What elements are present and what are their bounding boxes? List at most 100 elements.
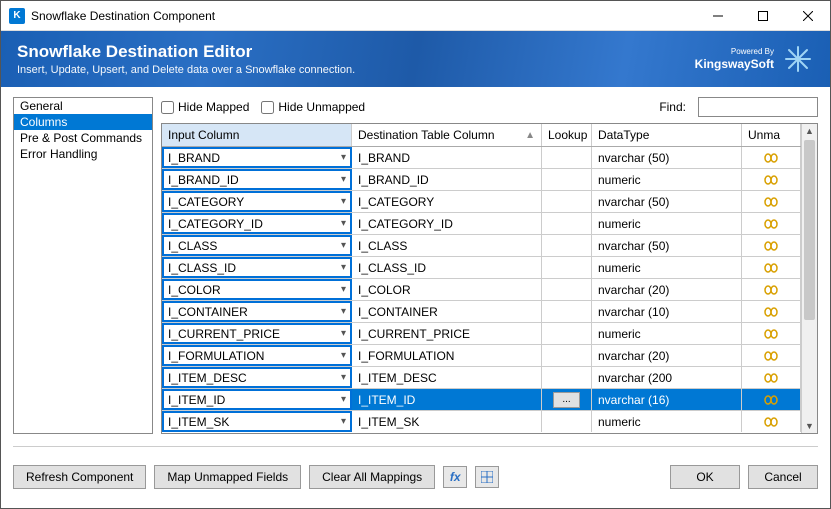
maximize-button[interactable] xyxy=(740,1,785,30)
dest-column-cell[interactable]: I_ITEM_DESC xyxy=(352,367,542,388)
chevron-down-icon[interactable]: ▾ xyxy=(341,196,346,207)
hide-mapped-checkbox[interactable]: Hide Mapped xyxy=(161,100,249,114)
dest-column-cell[interactable]: I_FORMULATION xyxy=(352,345,542,366)
scroll-thumb[interactable] xyxy=(804,140,815,320)
chevron-down-icon[interactable]: ▾ xyxy=(341,372,346,383)
chevron-down-icon[interactable]: ▾ xyxy=(341,416,346,427)
unmap-cell[interactable] xyxy=(742,257,801,278)
table-row[interactable]: I_CLASS_ID▾I_CLASS_IDnumeric xyxy=(162,257,801,279)
input-column-cell[interactable]: I_FORMULATION▾ xyxy=(162,345,352,366)
table-row[interactable]: I_CONTAINER▾I_CONTAINERnvarchar (10) xyxy=(162,301,801,323)
input-column-cell[interactable]: I_ITEM_DESC▾ xyxy=(162,367,352,388)
table-row[interactable]: I_BRAND▾I_BRANDnvarchar (50) xyxy=(162,147,801,169)
table-row[interactable]: I_CURRENT_PRICE▾I_CURRENT_PRICE numeric xyxy=(162,323,801,345)
unmap-cell[interactable] xyxy=(742,169,801,190)
input-column-cell[interactable]: I_CLASS_ID▾ xyxy=(162,257,352,278)
input-column-cell[interactable]: I_ITEM_ID▾ xyxy=(162,389,352,410)
chevron-down-icon[interactable]: ▾ xyxy=(341,350,346,361)
chevron-down-icon[interactable]: ▾ xyxy=(341,152,346,163)
dest-column-cell[interactable]: I_CONTAINER xyxy=(352,301,542,322)
banner: Snowflake Destination Editor Insert, Upd… xyxy=(1,31,830,87)
hide-unmapped-checkbox[interactable]: Hide Unmapped xyxy=(261,100,365,114)
input-column-cell[interactable]: I_BRAND▾ xyxy=(162,147,352,168)
vertical-scrollbar[interactable]: ▲ ▼ xyxy=(801,124,817,433)
minimize-button[interactable] xyxy=(695,1,740,30)
table-row[interactable]: I_ITEM_ID▾I_ITEM_ID...nvarchar (16) xyxy=(162,389,801,411)
unmap-cell[interactable] xyxy=(742,345,801,366)
hide-unmapped-input[interactable] xyxy=(261,101,274,114)
unmap-cell[interactable] xyxy=(742,389,801,410)
datatype-cell: numeric xyxy=(592,323,742,344)
sidebar-item-general[interactable]: General xyxy=(14,98,152,114)
close-button[interactable] xyxy=(785,1,830,30)
unmap-cell[interactable] xyxy=(742,191,801,212)
table-row[interactable]: I_CATEGORY_ID▾I_CATEGORY_IDnumeric xyxy=(162,213,801,235)
refresh-component-button[interactable]: Refresh Component xyxy=(13,465,146,489)
input-column-cell[interactable]: I_CURRENT_PRICE▾ xyxy=(162,323,352,344)
hide-mapped-input[interactable] xyxy=(161,101,174,114)
input-column-cell[interactable]: I_COLOR▾ xyxy=(162,279,352,300)
input-column-cell[interactable]: I_ITEM_SK▾ xyxy=(162,411,352,432)
unmap-cell[interactable] xyxy=(742,235,801,256)
chevron-down-icon[interactable]: ▾ xyxy=(341,240,346,251)
table-row[interactable]: I_FORMULATION▾I_FORMULATIONnvarchar (20) xyxy=(162,345,801,367)
dest-column-cell[interactable]: I_ITEM_ID xyxy=(352,389,542,410)
dest-column-cell[interactable]: I_CATEGORY_ID xyxy=(352,213,542,234)
unmap-cell[interactable] xyxy=(742,279,801,300)
table-row[interactable]: I_BRAND_ID▾I_BRAND_IDnumeric xyxy=(162,169,801,191)
unmap-icon xyxy=(763,394,779,406)
clear-all-button[interactable]: Clear All Mappings xyxy=(309,465,435,489)
chevron-down-icon[interactable]: ▾ xyxy=(341,328,346,339)
unmap-cell[interactable] xyxy=(742,147,801,168)
header-input-column[interactable]: Input Column xyxy=(162,124,352,146)
header-lookup-column[interactable]: Lookup xyxy=(542,124,592,146)
unmap-cell[interactable] xyxy=(742,301,801,322)
header-unmap-column[interactable]: Unma xyxy=(742,124,801,146)
dest-column-cell[interactable]: I_COLOR xyxy=(352,279,542,300)
map-unmapped-button[interactable]: Map Unmapped Fields xyxy=(154,465,301,489)
input-column-cell[interactable]: I_CONTAINER▾ xyxy=(162,301,352,322)
lookup-button[interactable]: ... xyxy=(553,392,579,408)
input-column-cell[interactable]: I_CATEGORY▾ xyxy=(162,191,352,212)
chevron-down-icon[interactable]: ▾ xyxy=(341,394,346,405)
dest-column-cell[interactable]: I_BRAND xyxy=(352,147,542,168)
sidebar-item-columns[interactable]: Columns xyxy=(14,114,152,130)
dest-column-cell[interactable]: I_CLASS xyxy=(352,235,542,256)
cancel-button[interactable]: Cancel xyxy=(748,465,818,489)
grid-body: I_BRAND▾I_BRANDnvarchar (50)I_BRAND_ID▾I… xyxy=(162,147,801,432)
dest-column-cell[interactable]: I_CURRENT_PRICE xyxy=(352,323,542,344)
unmap-cell[interactable] xyxy=(742,411,801,432)
scroll-up-arrow[interactable]: ▲ xyxy=(802,124,817,138)
input-column-cell[interactable]: I_CATEGORY_ID▾ xyxy=(162,213,352,234)
grid-icon-button[interactable] xyxy=(475,466,499,488)
table-row[interactable]: I_ITEM_SK▾I_ITEM_SKnumeric xyxy=(162,411,801,432)
sidebar-item-pre-post-commands[interactable]: Pre & Post Commands xyxy=(14,130,152,146)
header-dest-column[interactable]: Destination Table Column▲ xyxy=(352,124,542,146)
dest-column-cell[interactable]: I_ITEM_SK xyxy=(352,411,542,432)
table-row[interactable]: I_CATEGORY▾I_CATEGORYnvarchar (50) xyxy=(162,191,801,213)
table-row[interactable]: I_CLASS▾I_CLASSnvarchar (50) xyxy=(162,235,801,257)
input-column-cell[interactable]: I_BRAND_ID▾ xyxy=(162,169,352,190)
unmap-cell[interactable] xyxy=(742,213,801,234)
app-icon: K xyxy=(9,8,25,24)
sidebar-item-error-handling[interactable]: Error Handling xyxy=(14,146,152,162)
unmap-cell[interactable] xyxy=(742,323,801,344)
grid-header: Input Column Destination Table Column▲ L… xyxy=(162,124,801,147)
header-datatype-column[interactable]: DataType xyxy=(592,124,742,146)
unmap-cell[interactable] xyxy=(742,367,801,388)
table-row[interactable]: I_COLOR▾I_COLORnvarchar (20) xyxy=(162,279,801,301)
formula-icon-button[interactable]: fx xyxy=(443,466,467,488)
chevron-down-icon[interactable]: ▾ xyxy=(341,218,346,229)
input-column-cell[interactable]: I_CLASS▾ xyxy=(162,235,352,256)
dest-column-cell[interactable]: I_BRAND_ID xyxy=(352,169,542,190)
find-input[interactable] xyxy=(698,97,818,117)
dest-column-cell[interactable]: I_CLASS_ID xyxy=(352,257,542,278)
chevron-down-icon[interactable]: ▾ xyxy=(341,284,346,295)
chevron-down-icon[interactable]: ▾ xyxy=(341,262,346,273)
scroll-down-arrow[interactable]: ▼ xyxy=(802,419,817,433)
table-row[interactable]: I_ITEM_DESC▾I_ITEM_DESCnvarchar (200 xyxy=(162,367,801,389)
ok-button[interactable]: OK xyxy=(670,465,740,489)
chevron-down-icon[interactable]: ▾ xyxy=(341,306,346,317)
chevron-down-icon[interactable]: ▾ xyxy=(341,174,346,185)
dest-column-cell[interactable]: I_CATEGORY xyxy=(352,191,542,212)
